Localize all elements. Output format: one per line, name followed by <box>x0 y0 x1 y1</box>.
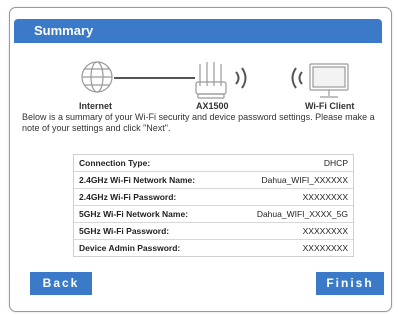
setting-value: XXXXXXXX <box>302 226 348 236</box>
back-button[interactable]: Back <box>30 272 92 295</box>
page-title: Summary <box>34 23 94 38</box>
setting-label: 2.4GHz Wi-Fi Network Name: <box>79 175 196 185</box>
setting-label: 5GHz Wi-Fi Password: <box>79 226 170 236</box>
setting-value: Dahua_WIFI_XXXX_5G <box>256 209 348 219</box>
table-row: 5GHz Wi-Fi Password: XXXXXXXX <box>74 222 353 239</box>
setting-label: 5GHz Wi-Fi Network Name: <box>79 209 189 219</box>
globe-icon <box>81 61 113 93</box>
wifi-signal-icon <box>235 67 247 89</box>
summary-header: Summary <box>14 19 382 43</box>
table-row: 2.4GHz Wi-Fi Network Name: Dahua_WIFI_XX… <box>74 171 353 188</box>
setting-value: XXXXXXXX <box>302 192 348 202</box>
client-label: Wi-Fi Client <box>305 101 355 111</box>
settings-table: Connection Type: DHCP 2.4GHz Wi-Fi Netwo… <box>73 154 354 257</box>
table-row: Connection Type: DHCP <box>74 155 353 171</box>
router-label: AX1500 <box>196 101 229 111</box>
table-row: Device Admin Password: XXXXXXXX <box>74 239 353 256</box>
setting-value: XXXXXXXX <box>302 243 348 253</box>
router-icon <box>195 62 227 99</box>
table-row: 5GHz Wi-Fi Network Name: Dahua_WIFI_XXXX… <box>74 205 353 222</box>
setting-label: Device Admin Password: <box>79 243 181 253</box>
wifi-signal-icon <box>291 67 303 89</box>
table-row: 2.4GHz Wi-Fi Password: XXXXXXXX <box>74 188 353 205</box>
setting-value: Dahua_WIFI_XXXXXX <box>261 175 348 185</box>
setting-label: 2.4GHz Wi-Fi Password: <box>79 192 177 202</box>
internet-label: Internet <box>79 101 113 111</box>
finish-button[interactable]: Finish <box>316 272 384 295</box>
summary-description: Below is a summary of your Wi-Fi securit… <box>22 112 375 133</box>
monitor-icon <box>309 63 349 98</box>
setting-label: Connection Type: <box>79 158 151 168</box>
network-diagram: Internet AX1500 Wi-Fi Client <box>0 60 398 112</box>
setting-value: DHCP <box>323 158 348 168</box>
